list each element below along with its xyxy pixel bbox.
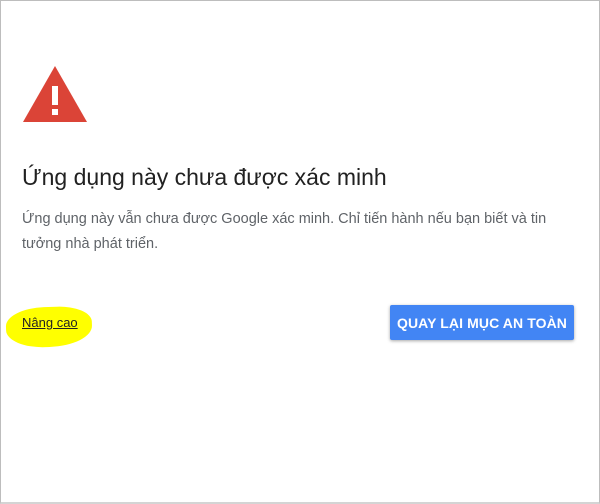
back-to-safety-button[interactable]: QUAY LẠI MỤC AN TOÀN — [390, 305, 574, 340]
dialog-message: Ứng dụng này vẫn chưa được Google xác mi… — [22, 207, 582, 257]
dialog-title: Ứng dụng này chưa được xác minh — [22, 164, 387, 190]
consent-dialog: Ứng dụng này chưa được xác minh Ứng dụng… — [0, 0, 600, 504]
dialog-message-line: tưởng nhà phát triển. — [22, 236, 159, 252]
dialog-message-line: Ứng dụng này vẫn chưa được Google xác mi… — [22, 211, 547, 227]
advanced-link[interactable]: Nâng cao — [22, 315, 78, 331]
warning-triangle-icon — [22, 65, 88, 123]
